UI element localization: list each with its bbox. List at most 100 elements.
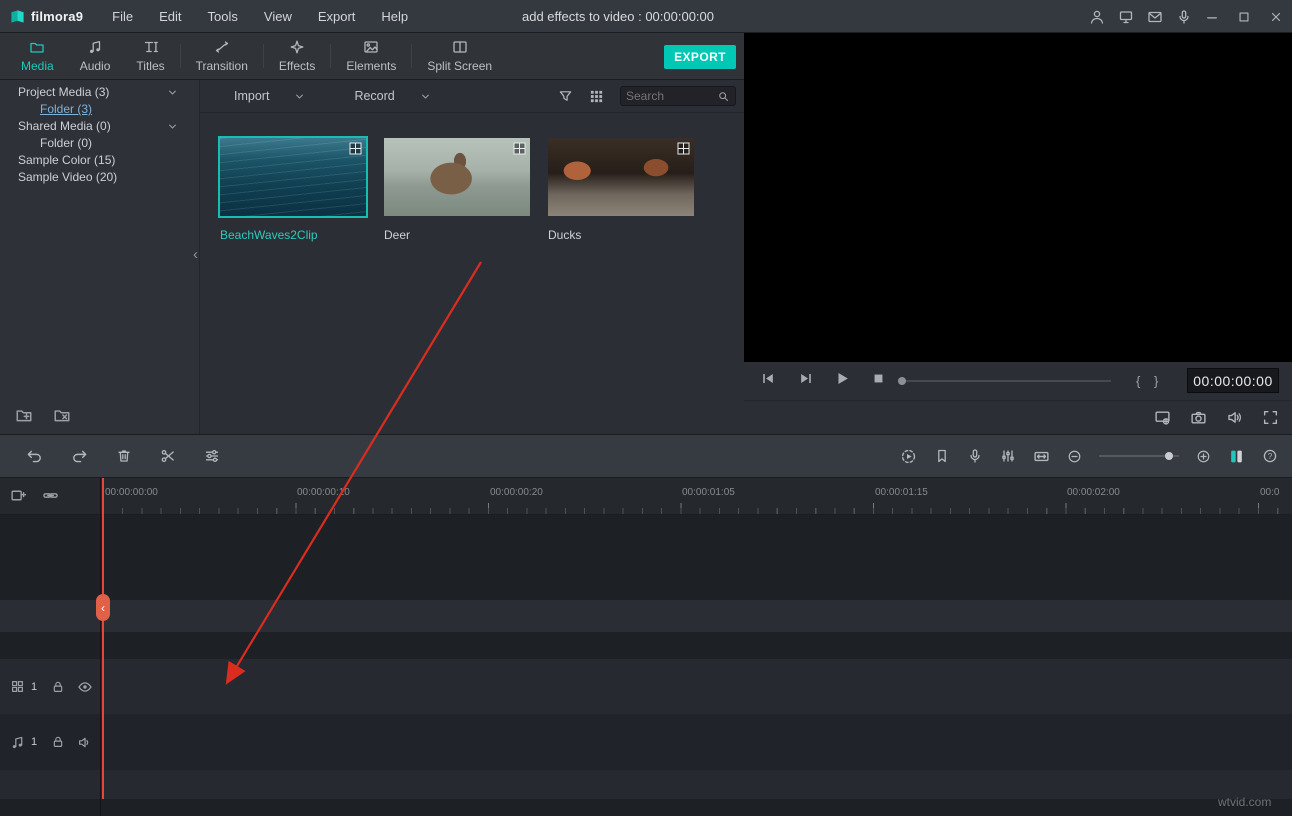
stop-icon — [871, 371, 886, 386]
eye-icon[interactable] — [77, 679, 93, 695]
play-button[interactable] — [834, 370, 851, 392]
undo-icon[interactable] — [26, 448, 43, 465]
zoom-slider-handle[interactable] — [1165, 452, 1173, 460]
media-thumbnail[interactable] — [220, 138, 366, 216]
timeline-header[interactable]: 00:00:00:00 00:00:00:10 00:00:00:20 00:0… — [0, 478, 1292, 515]
timeline-zoom-slider[interactable] — [1099, 455, 1179, 457]
fullscreen-icon[interactable] — [1262, 409, 1279, 426]
mark-in-button[interactable]: { — [1136, 374, 1140, 389]
playhead[interactable] — [102, 478, 104, 799]
snapshot-camera-icon[interactable] — [1190, 409, 1207, 426]
media-tree: Project Media (3) Folder (3) Shared Medi… — [0, 80, 199, 186]
voiceover-mic-icon[interactable] — [967, 448, 983, 464]
asset-tabbar: Media Audio Titles Transition Effects El… — [0, 33, 744, 80]
link-clips-icon[interactable] — [42, 487, 59, 504]
tree-item-folder-0[interactable]: Folder (0) — [0, 135, 199, 152]
tree-item-folder-3[interactable]: Folder (3) — [0, 101, 199, 118]
stop-button[interactable] — [871, 371, 886, 391]
video-track-lane[interactable] — [0, 659, 1292, 714]
lock-icon[interactable] — [51, 680, 65, 694]
add-to-timeline-icon[interactable] — [10, 487, 27, 504]
workspace-icon[interactable] — [1118, 9, 1134, 25]
media-thumbnail[interactable] — [384, 138, 530, 216]
menu-help[interactable]: Help — [368, 0, 421, 33]
render-preview-icon[interactable] — [900, 448, 917, 465]
minimize-button[interactable] — [1196, 0, 1228, 33]
grid-view-icon[interactable] — [589, 89, 604, 104]
audio-mixer-icon[interactable] — [1000, 448, 1016, 464]
record-chevron-icon[interactable] — [419, 90, 432, 103]
filter-icon[interactable] — [558, 89, 573, 104]
account-icon[interactable] — [1089, 9, 1105, 25]
chevron-down-icon[interactable] — [166, 120, 179, 133]
marker-icon[interactable] — [934, 448, 950, 464]
menu-tools[interactable]: Tools — [195, 0, 251, 33]
tree-item-label: Folder (3) — [40, 102, 92, 116]
tab-audio[interactable]: Audio — [67, 39, 124, 73]
tree-item-label: Project Media (3) — [18, 85, 109, 99]
media-item-name: BeachWaves2Clip — [220, 228, 366, 242]
zoom-in-icon[interactable] — [1196, 449, 1211, 464]
audio-track-lane[interactable] — [0, 714, 1292, 770]
preview-viewport[interactable] — [744, 33, 1292, 362]
menu-file[interactable]: File — [99, 0, 146, 33]
tree-item-sample-video[interactable]: Sample Video (20) — [0, 169, 199, 186]
redo-icon[interactable] — [71, 448, 88, 465]
split-screen-icon — [452, 39, 468, 55]
tab-elements[interactable]: Elements — [333, 39, 409, 73]
menu-export[interactable]: Export — [305, 0, 369, 33]
tree-item-project-media[interactable]: Project Media (3) — [0, 84, 199, 101]
clip-badge — [677, 142, 690, 160]
mute-speaker-icon[interactable] — [77, 735, 92, 750]
help-icon[interactable]: ? — [1262, 448, 1278, 464]
import-chevron-icon[interactable] — [293, 90, 306, 103]
timeline-collapse-handle[interactable]: ‹ — [96, 594, 110, 621]
zoom-out-icon[interactable] — [1067, 449, 1082, 464]
step-forward-button[interactable] — [798, 371, 814, 392]
tree-item-shared-media[interactable]: Shared Media (0) — [0, 118, 199, 135]
split-scissors-icon[interactable] — [160, 448, 176, 464]
adjust-sliders-icon[interactable] — [204, 448, 220, 464]
preview-transport: { } 00:00:00:00 — [744, 362, 1292, 400]
tab-effects[interactable]: Effects — [266, 39, 328, 73]
message-icon[interactable] — [1147, 9, 1163, 25]
lock-icon[interactable] — [51, 735, 65, 749]
chevron-down-icon[interactable] — [166, 86, 179, 99]
tree-item-sample-color[interactable]: Sample Color (15) — [0, 152, 199, 169]
scrubber-handle[interactable] — [898, 377, 906, 385]
media-item-deer[interactable]: Deer — [384, 138, 530, 242]
menu-edit[interactable]: Edit — [146, 0, 194, 33]
close-button[interactable] — [1260, 0, 1292, 33]
tab-titles[interactable]: Titles — [123, 39, 177, 73]
mic-icon[interactable] — [1176, 9, 1192, 25]
timeline-empty-track[interactable] — [0, 600, 1292, 632]
maximize-button[interactable] — [1228, 0, 1260, 33]
search-icon[interactable] — [717, 90, 730, 103]
preview-scrubber[interactable] — [899, 380, 1111, 382]
delete-icon[interactable] — [116, 448, 132, 464]
media-item-ducks[interactable]: Ducks — [548, 138, 694, 242]
tab-transition[interactable]: Transition — [183, 39, 261, 73]
search-input[interactable] — [626, 89, 717, 103]
step-back-button[interactable] — [760, 371, 776, 392]
sidebar-collapse-handle[interactable]: ‹ — [193, 248, 198, 262]
delete-folder-icon[interactable] — [52, 406, 72, 424]
track-manager-icon[interactable] — [1228, 448, 1245, 465]
tab-media[interactable]: Media — [8, 39, 67, 73]
mark-out-button[interactable]: } — [1154, 374, 1158, 389]
new-folder-icon[interactable] — [14, 406, 34, 424]
tab-split-screen[interactable]: Split Screen — [414, 39, 505, 73]
media-thumbnail[interactable] — [548, 138, 694, 216]
search-box[interactable] — [620, 86, 736, 106]
export-button[interactable]: EXPORT — [664, 45, 736, 69]
volume-icon[interactable] — [1226, 409, 1243, 426]
timeline-header-icons — [10, 487, 59, 504]
record-button[interactable]: Record — [354, 89, 394, 103]
menu-view[interactable]: View — [251, 0, 305, 33]
media-item-beachwaves[interactable]: BeachWaves2Clip — [220, 138, 366, 242]
import-button[interactable]: Import — [234, 89, 269, 103]
sidebar-footer — [14, 406, 72, 424]
timeline-empty-track-bottom[interactable] — [0, 770, 1292, 799]
render-settings-icon[interactable] — [1154, 409, 1171, 426]
zoom-to-fit-icon[interactable] — [1033, 448, 1050, 465]
